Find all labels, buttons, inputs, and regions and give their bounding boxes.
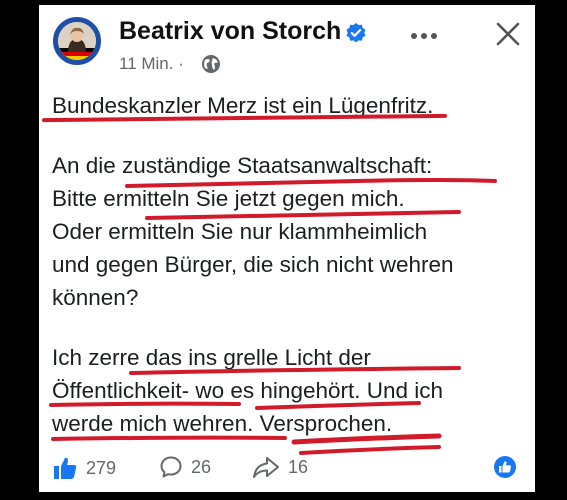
like-reaction-icon[interactable]: [493, 455, 517, 479]
post-line: Bitte ermitteln Sie jetzt gegen mich.: [52, 186, 405, 211]
globe-icon: [202, 55, 220, 73]
post-line: und gegen Bürger, die sich nicht wehren: [52, 252, 454, 277]
post-line: können?: [52, 285, 139, 310]
post-header: Beatrix von Storch 11 Min. ·: [39, 5, 535, 83]
post-text: Bundeskanzler Merz ist ein Lügenfritz. A…: [52, 89, 528, 440]
verified-badge-icon: [346, 23, 366, 43]
more-icon[interactable]: [410, 31, 438, 41]
like-count: 279: [86, 457, 117, 478]
underlined-phrase: Bundeskanzler Merz ist ein Lügenfritz.: [52, 93, 434, 118]
share-button[interactable]: 16: [252, 455, 308, 479]
post-footer: 279 26 16: [39, 449, 535, 492]
post-line: Oder ermitteln Sie nur klammheimlich: [52, 219, 428, 244]
share-icon: [253, 457, 279, 478]
avatar[interactable]: [53, 17, 101, 65]
comment-button[interactable]: 26: [159, 455, 211, 479]
comment-count: 26: [191, 456, 212, 477]
like-icon: [54, 457, 77, 479]
post-line: Öffentlichkeit- wo es hingehört. Und ich: [52, 378, 444, 403]
share-count: 16: [288, 456, 309, 477]
comment-icon: [160, 456, 182, 478]
post-timestamp[interactable]: 11 Min. ·: [119, 54, 184, 74]
post-line: An die zuständige Staatsanwaltschaft:: [52, 153, 433, 178]
close-icon[interactable]: [495, 21, 521, 47]
post-line: werde mich wehren. Versprochen.: [52, 411, 393, 436]
post-line: Bundeskanzler Merz ist ein Lügenfritz.: [52, 89, 528, 122]
avatar-photo: [58, 22, 96, 60]
post-line: Ich zerre das ins grelle Licht der: [52, 345, 371, 370]
like-button[interactable]: 279: [52, 455, 116, 481]
post-card: Beatrix von Storch 11 Min. · Bundeskanzl…: [39, 5, 535, 492]
author-name[interactable]: Beatrix von Storch: [119, 17, 341, 46]
